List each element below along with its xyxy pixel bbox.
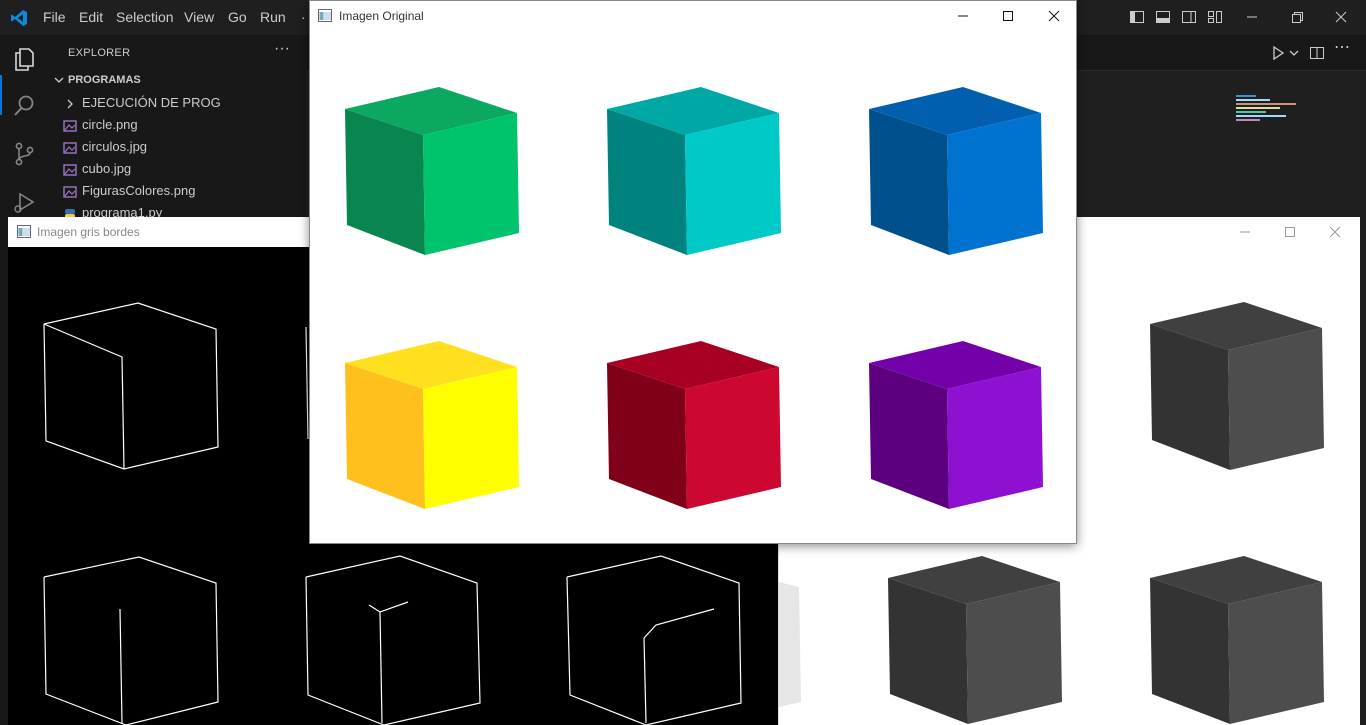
folder-header[interactable]: PROGRAMAS xyxy=(48,71,306,93)
tree-item-label: circulos.jpg xyxy=(82,139,148,154)
tree-item-file[interactable]: circle.png xyxy=(48,115,306,137)
image-file-icon xyxy=(63,120,77,132)
toggle-panel-icon[interactable] xyxy=(1155,9,1171,25)
menu-run[interactable]: Run xyxy=(260,9,286,25)
tree-item-label: FigurasColores.png xyxy=(82,183,196,198)
minimize-icon[interactable] xyxy=(956,9,970,23)
cube-edge-inner xyxy=(643,608,715,639)
cube-edge-outline xyxy=(305,555,481,725)
active-indicator xyxy=(0,75,2,115)
color-cube xyxy=(345,87,519,255)
color-cube xyxy=(869,87,1043,255)
tree-item-label: EJECUCIÓN DE PROG xyxy=(82,95,221,110)
restore-icon[interactable] xyxy=(1288,8,1306,26)
cube-face-right xyxy=(947,113,1043,255)
gray-cube-partial xyxy=(779,582,801,707)
search-icon[interactable] xyxy=(11,93,37,119)
window-title: Imagen Original xyxy=(339,9,424,23)
cube-edge-outline xyxy=(43,556,219,725)
cube-edge-outline xyxy=(305,326,309,440)
tree-item-file[interactable]: cubo.jpg xyxy=(48,159,306,181)
maximize-icon[interactable] xyxy=(1283,225,1297,239)
cube-face-right xyxy=(423,367,519,509)
maximize-icon[interactable] xyxy=(1001,9,1015,23)
image-file-icon xyxy=(63,142,77,154)
customize-layout-icon[interactable] xyxy=(1207,9,1223,25)
cube-face-right xyxy=(1228,328,1324,470)
explorer-title: EXPLORER xyxy=(68,47,131,59)
cube-face-right xyxy=(966,582,1062,724)
tree-item-folder[interactable]: EJECUCIÓN DE PROG xyxy=(48,93,306,115)
menu-file[interactable]: File xyxy=(43,9,66,25)
menu-go[interactable]: Go xyxy=(228,9,247,25)
cube-face-right xyxy=(685,367,781,509)
source-control-icon[interactable] xyxy=(11,141,37,167)
split-editor-icon[interactable] xyxy=(1309,45,1325,61)
close-icon[interactable] xyxy=(1047,9,1061,23)
toggle-secondary-sidebar-icon[interactable] xyxy=(1181,9,1197,25)
window-title: Imagen gris bordes xyxy=(37,225,140,239)
original-canvas xyxy=(345,87,1043,509)
cube-edge-inner xyxy=(43,323,125,470)
tree-item-label: circle.png xyxy=(82,117,138,132)
cube-face-right xyxy=(1228,582,1324,724)
cube-edge-inner xyxy=(368,601,409,613)
cube-edge-outline xyxy=(43,302,219,470)
menu-view[interactable]: View xyxy=(184,9,214,25)
window-app-icon xyxy=(318,9,332,22)
chevron-right-icon xyxy=(67,99,73,109)
more-actions-icon[interactable]: ⋯ xyxy=(1334,37,1350,56)
tree-item-file[interactable]: FigurasColores.png xyxy=(48,181,306,203)
color-cube xyxy=(869,341,1043,509)
close-icon[interactable] xyxy=(1332,8,1350,26)
cube-face-right xyxy=(423,113,519,255)
cube-edge-outline xyxy=(566,555,742,725)
minimize-icon[interactable] xyxy=(1238,225,1252,239)
close-icon[interactable] xyxy=(1328,225,1342,239)
minimap xyxy=(1236,95,1296,121)
menu-edit[interactable]: Edit xyxy=(79,9,103,25)
gray-cube xyxy=(888,556,1062,724)
cube-edge-inner xyxy=(119,608,123,724)
run-python-file-icon[interactable] xyxy=(1270,45,1286,61)
image-file-icon xyxy=(63,164,77,176)
cube-edge-inner xyxy=(643,637,647,724)
menu-more[interactable]: · xyxy=(301,9,306,25)
explorer-icon[interactable] xyxy=(11,46,37,72)
vscode-logo-icon xyxy=(11,10,27,26)
window-app-icon xyxy=(17,225,31,238)
run-debug-icon[interactable] xyxy=(11,189,37,215)
gray-cube xyxy=(1150,302,1324,470)
cube-face-right xyxy=(947,367,1043,509)
tree-item-label: cubo.jpg xyxy=(82,161,132,176)
color-cube xyxy=(607,341,781,509)
menu-selection[interactable]: Selection xyxy=(116,9,174,25)
minimize-icon[interactable] xyxy=(1243,8,1261,26)
image-file-icon xyxy=(63,186,77,198)
folder-name: PROGRAMAS xyxy=(68,74,141,86)
cube-face-right xyxy=(685,113,781,255)
gray-cube xyxy=(1150,556,1324,724)
tree-item-file[interactable]: circulos.jpg xyxy=(48,137,306,159)
chevron-down-icon xyxy=(54,77,64,83)
color-cube xyxy=(345,341,519,509)
explorer-more-button[interactable]: ··· xyxy=(274,40,290,58)
cube-edge-inner xyxy=(379,611,383,724)
chevron-down-icon[interactable] xyxy=(1286,45,1302,61)
window-original: Imagen Original xyxy=(309,0,1077,544)
toggle-primary-sidebar-icon[interactable] xyxy=(1129,9,1145,25)
color-cube xyxy=(607,87,781,255)
